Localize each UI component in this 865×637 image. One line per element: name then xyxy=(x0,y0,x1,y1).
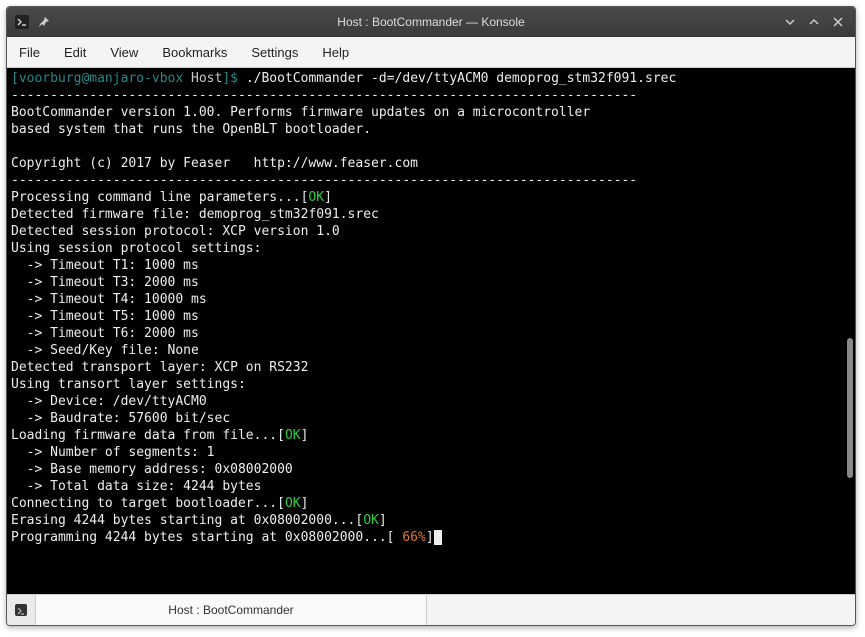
line-segments: -> Number of segments: 1 xyxy=(11,445,215,460)
menu-settings[interactable]: Settings xyxy=(239,37,310,67)
line-prog-post: ] xyxy=(426,530,434,545)
prompt-user: voorburg xyxy=(19,71,82,86)
line-connect-pre: Connecting to target bootloader...[ xyxy=(11,496,285,511)
line-device: -> Device: /dev/ttyACM0 xyxy=(11,394,207,409)
line-seed: -> Seed/Key file: None xyxy=(11,343,199,358)
scrollbar-thumb[interactable] xyxy=(847,338,853,478)
line-session: Using session protocol settings: xyxy=(11,241,261,256)
line-proc-post: ] xyxy=(324,190,332,205)
line-transport-settings: Using transort layer settings: xyxy=(11,377,246,392)
tabbar: Host : BootCommander xyxy=(7,594,855,625)
line-transport: Detected transport layer: XCP on RS232 xyxy=(11,360,308,375)
status-ok: OK xyxy=(285,428,301,443)
pin-icon[interactable] xyxy=(37,15,51,29)
menu-file[interactable]: File xyxy=(7,37,52,67)
prompt-cwd: Host xyxy=(191,71,222,86)
line-hr2: ----------------------------------------… xyxy=(11,173,637,188)
line-total: -> Total data size: 4244 bytes xyxy=(11,479,261,494)
line-load-post: ] xyxy=(301,428,309,443)
status-ok: OK xyxy=(308,190,324,205)
line-base: -> Base memory address: 0x08002000 xyxy=(11,462,293,477)
app-prompt-icon xyxy=(15,15,29,29)
line-load-pre: Loading firmware data from file...[ xyxy=(11,428,285,443)
line-t5: -> Timeout T5: 1000 ms xyxy=(11,309,199,324)
line-erase-post: ] xyxy=(379,513,387,528)
line-hr1: ----------------------------------------… xyxy=(11,88,637,103)
tab-active[interactable]: Host : BootCommander xyxy=(36,595,427,625)
terminal-container: [voorburg@manjaro-vbox Host]$ ./BootComm… xyxy=(7,68,855,594)
line-proto: Detected session protocol: XCP version 1… xyxy=(11,224,340,239)
line-fw: Detected firmware file: demoprog_stm32f0… xyxy=(11,207,379,222)
maximize-icon[interactable] xyxy=(807,15,821,29)
menu-view[interactable]: View xyxy=(98,37,150,67)
prompt-host: manjaro-vbox xyxy=(89,71,183,86)
line-erase-pre: Erasing 4244 bytes starting at 0x0800200… xyxy=(11,513,363,528)
new-tab-button[interactable] xyxy=(7,595,36,625)
konsole-window: Host : BootCommander — Konsole File Edit… xyxy=(6,6,856,626)
line-baud: -> Baudrate: 57600 bit/sec xyxy=(11,411,230,426)
minimize-icon[interactable] xyxy=(783,15,797,29)
line-banner2: based system that runs the OpenBLT bootl… xyxy=(11,122,371,137)
menu-help[interactable]: Help xyxy=(310,37,361,67)
cursor xyxy=(434,530,442,545)
line-t3: -> Timeout T3: 2000 ms xyxy=(11,275,199,290)
line-banner1: BootCommander version 1.00. Performs fir… xyxy=(11,105,590,120)
line-connect-post: ] xyxy=(301,496,309,511)
close-icon[interactable] xyxy=(831,15,845,29)
command-text: ./BootCommander -d=/dev/ttyACM0 demoprog… xyxy=(246,71,676,86)
line-prog-pre: Programming 4244 bytes starting at 0x080… xyxy=(11,530,402,545)
line-t4: -> Timeout T4: 10000 ms xyxy=(11,292,207,307)
progress-pct: 66% xyxy=(402,530,425,545)
status-ok: OK xyxy=(363,513,379,528)
status-ok: OK xyxy=(285,496,301,511)
terminal[interactable]: [voorburg@manjaro-vbox Host]$ ./BootComm… xyxy=(7,68,855,594)
menu-bookmarks[interactable]: Bookmarks xyxy=(150,37,239,67)
tab-label: Host : BootCommander xyxy=(168,603,293,617)
menu-edit[interactable]: Edit xyxy=(52,37,98,67)
line-t6: -> Timeout T6: 2000 ms xyxy=(11,326,199,341)
menubar: File Edit View Bookmarks Settings Help xyxy=(7,37,855,68)
line-copyright: Copyright (c) 2017 by Feaser http://www.… xyxy=(11,156,418,171)
line-proc-pre: Processing command line parameters...[ xyxy=(11,190,308,205)
line-t1: -> Timeout T1: 1000 ms xyxy=(11,258,199,273)
titlebar: Host : BootCommander — Konsole xyxy=(7,7,855,37)
window-title: Host : BootCommander — Konsole xyxy=(7,15,855,29)
